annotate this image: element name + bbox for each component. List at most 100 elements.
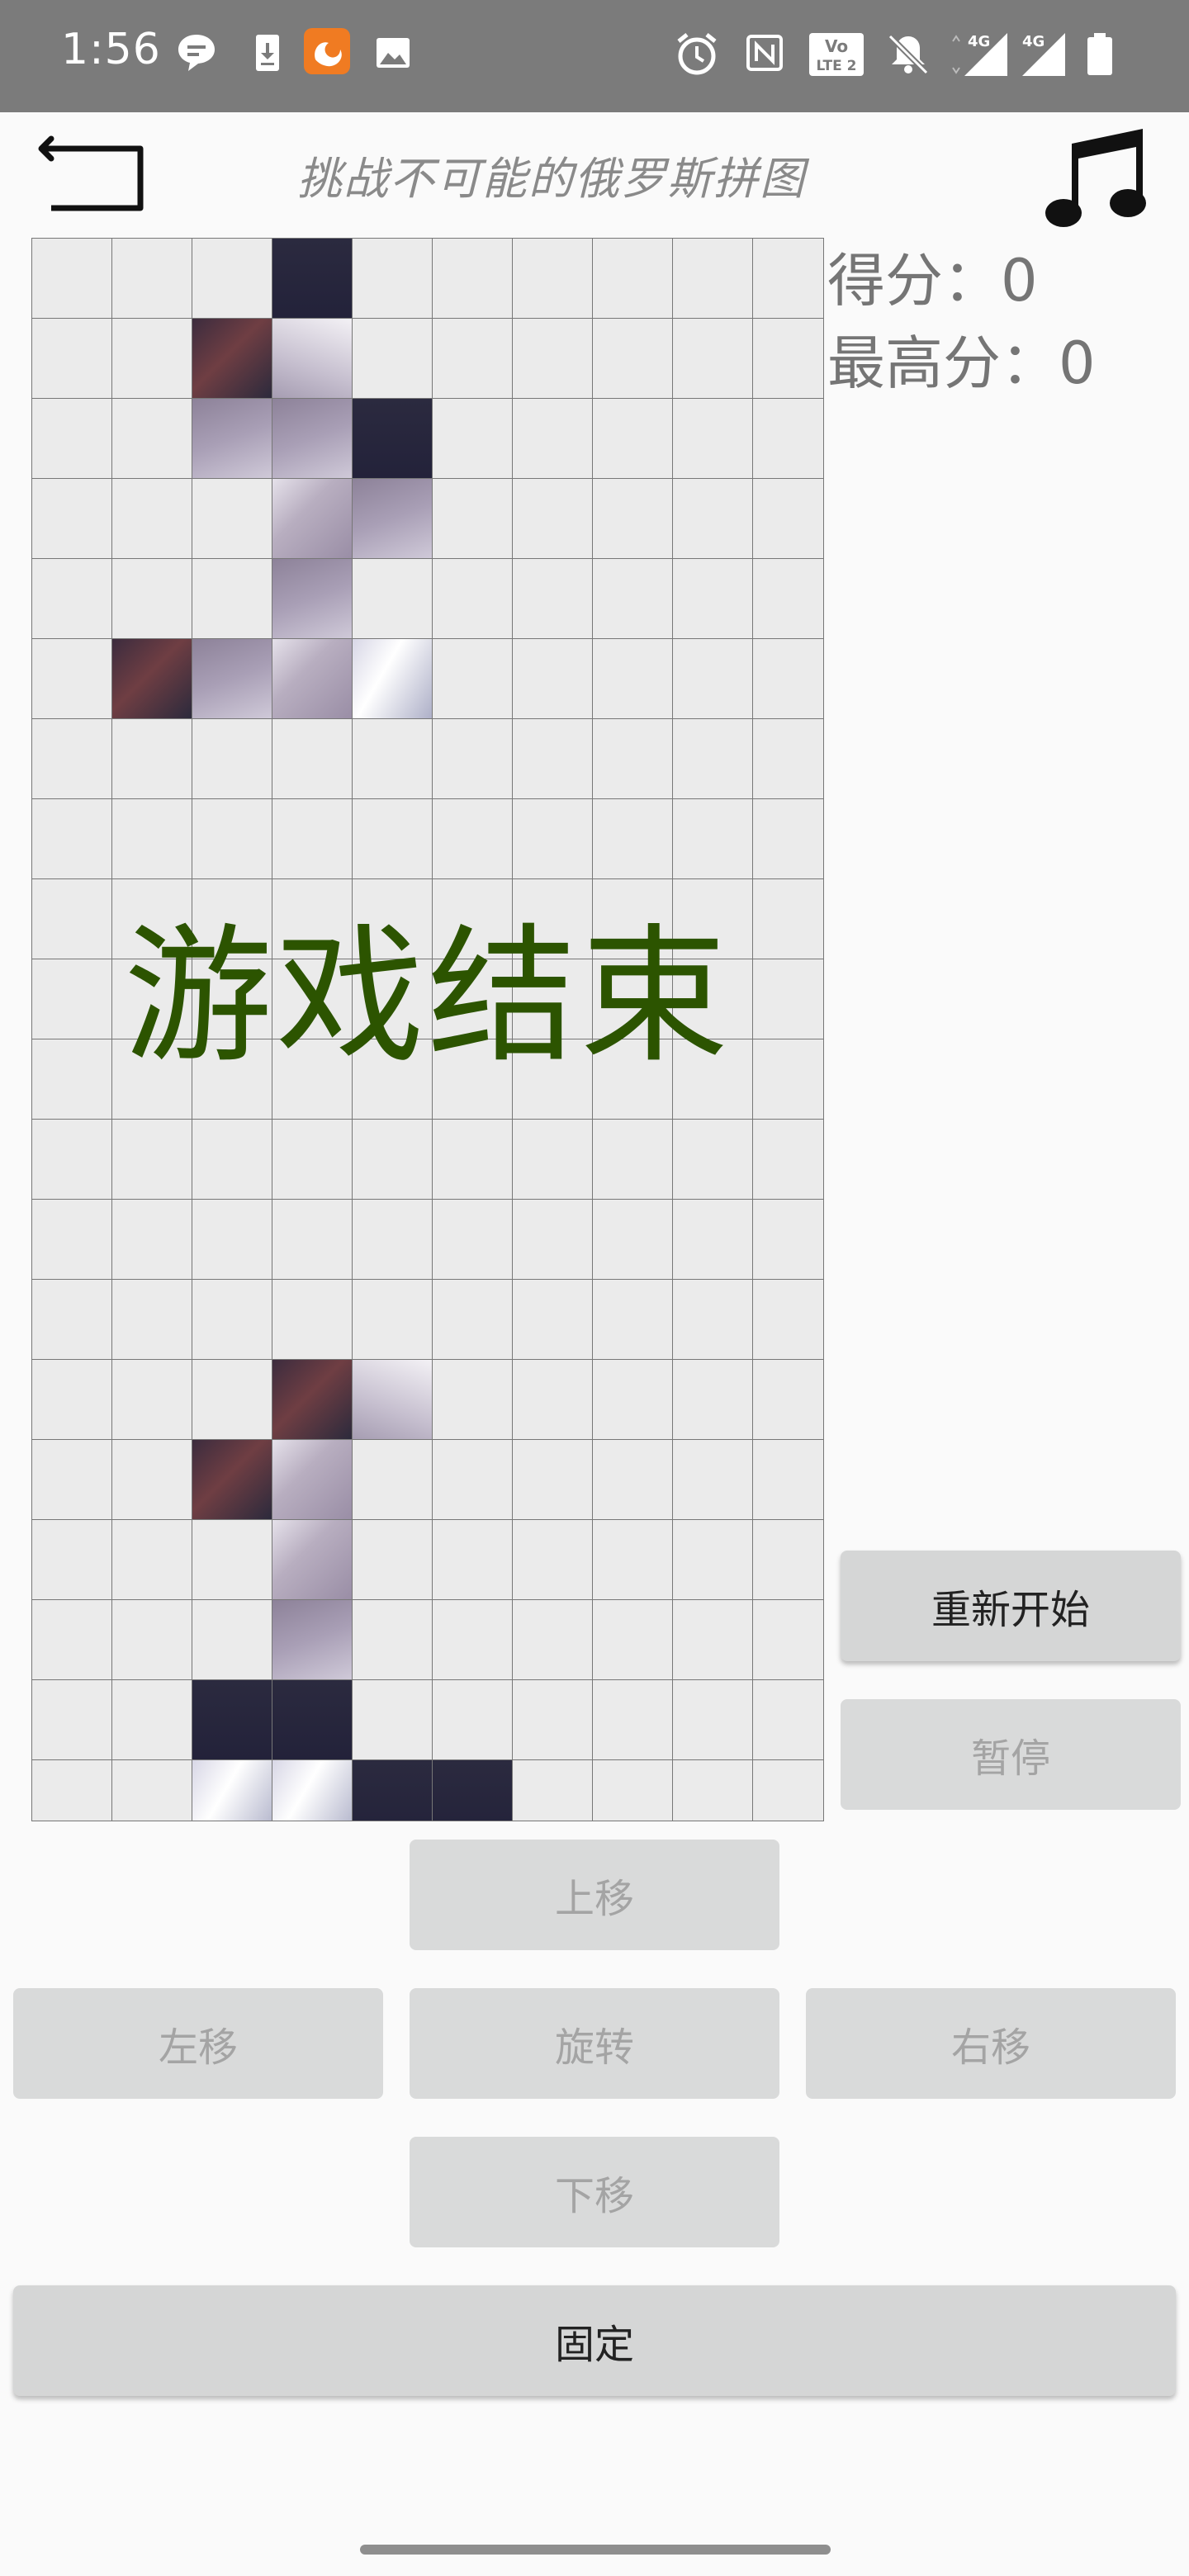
board-cell: [673, 479, 752, 558]
board-cell: [353, 1520, 432, 1599]
board-cell: [112, 1039, 192, 1119]
board-cell: [433, 1680, 512, 1759]
board-cell: [513, 479, 592, 558]
board-cell: [272, 1280, 352, 1359]
board-cell: [593, 1120, 672, 1199]
status-bar: 1:56 Vo LTE 2 4G 4G: [0, 0, 1189, 112]
board-cell: [433, 399, 512, 478]
pause-button[interactable]: 暂停: [841, 1699, 1181, 1810]
board-cell: [593, 399, 672, 478]
signal-4g-icon: 4G: [952, 33, 1007, 76]
board-cell-filled: [192, 1760, 272, 1821]
board-cell-filled: [272, 479, 352, 558]
board-cell: [673, 959, 752, 1039]
board-cell: [192, 1600, 272, 1679]
board-cell: [593, 719, 672, 798]
signal-4g-icon: 4G: [1022, 33, 1065, 76]
board-cell: [353, 959, 432, 1039]
nfc-icon: [746, 35, 783, 71]
move-down-button[interactable]: 下移: [410, 2137, 779, 2247]
board-cell: [433, 1200, 512, 1279]
board-cell: [433, 959, 512, 1039]
board-cell: [513, 1760, 592, 1821]
board-cell: [753, 319, 823, 398]
svg-text:4G: 4G: [1022, 33, 1045, 50]
board-cell: [513, 1039, 592, 1119]
home-indicator[interactable]: [360, 2545, 831, 2555]
board-cell: [112, 1280, 192, 1359]
back-arrow-icon: [38, 135, 144, 211]
board-cell-filled: [353, 1760, 432, 1821]
board-cell: [353, 879, 432, 959]
board-cell: [593, 1520, 672, 1599]
board-cell: [593, 319, 672, 398]
board-cell: [673, 1760, 752, 1821]
board-cell-filled: [192, 1440, 272, 1519]
status-time: 1:56: [61, 25, 161, 74]
board-cell: [112, 1120, 192, 1199]
board-cell-filled: [353, 639, 432, 718]
board-cell: [433, 719, 512, 798]
board-cell: [513, 319, 592, 398]
board-cell: [593, 1760, 672, 1821]
board-cell: [433, 479, 512, 558]
music-toggle-button[interactable]: [1040, 121, 1156, 236]
back-button[interactable]: [36, 119, 152, 218]
board-cell: [192, 559, 272, 638]
move-up-button[interactable]: 上移: [410, 1840, 779, 1950]
board-cell: [673, 799, 752, 878]
board-cell: [593, 879, 672, 959]
board-cell: [753, 1039, 823, 1119]
board-cell: [593, 1360, 672, 1439]
board-cell-filled: [353, 1360, 432, 1439]
board-cell: [433, 1520, 512, 1599]
board-cell: [192, 1039, 272, 1119]
board-cell: [32, 1280, 111, 1359]
board-cell: [272, 1039, 352, 1119]
board-cell: [673, 879, 752, 959]
board-cell: [513, 1280, 592, 1359]
board-cell: [593, 479, 672, 558]
board-cell-filled: [272, 1360, 352, 1439]
board-cell: [112, 479, 192, 558]
battery-icon: [1087, 33, 1112, 75]
image-icon: [377, 38, 410, 68]
board-cell: [673, 1280, 752, 1359]
board-cell: [753, 1680, 823, 1759]
board-cell: [673, 1520, 752, 1599]
board-cell: [433, 1039, 512, 1119]
board-cell: [513, 1440, 592, 1519]
board-cell: [112, 1760, 192, 1821]
board-cell-filled: [192, 1680, 272, 1759]
board-cell-filled: [272, 1600, 352, 1679]
board-cell: [513, 959, 592, 1039]
move-right-button[interactable]: 右移: [806, 1988, 1176, 2099]
board-cell: [32, 559, 111, 638]
board-cell: [112, 1200, 192, 1279]
board-cell: [192, 719, 272, 798]
board-cell-filled: [272, 239, 352, 318]
move-left-button[interactable]: 左移: [13, 1988, 383, 2099]
restart-button[interactable]: 重新开始: [841, 1551, 1181, 1661]
board-cell-filled: [112, 639, 192, 718]
board-cell: [673, 1200, 752, 1279]
board-cell: [593, 559, 672, 638]
board-cell: [272, 879, 352, 959]
board-cell: [32, 1120, 111, 1199]
uc-browser-icon: [304, 28, 350, 74]
board-cell: [192, 1360, 272, 1439]
board-cell: [593, 1200, 672, 1279]
board-cell: [272, 1200, 352, 1279]
board-cell: [753, 1280, 823, 1359]
board-cell: [192, 1520, 272, 1599]
fix-button[interactable]: 固定: [13, 2285, 1176, 2396]
board-cell: [673, 639, 752, 718]
board-cell: [593, 959, 672, 1039]
board-cell: [192, 1120, 272, 1199]
board-cell: [513, 1200, 592, 1279]
board-cell-filled: [272, 399, 352, 478]
board-cell-filled: [433, 1760, 512, 1821]
board-cell: [433, 559, 512, 638]
board-cell-filled: [353, 479, 432, 558]
rotate-button[interactable]: 旋转: [410, 1988, 779, 2099]
